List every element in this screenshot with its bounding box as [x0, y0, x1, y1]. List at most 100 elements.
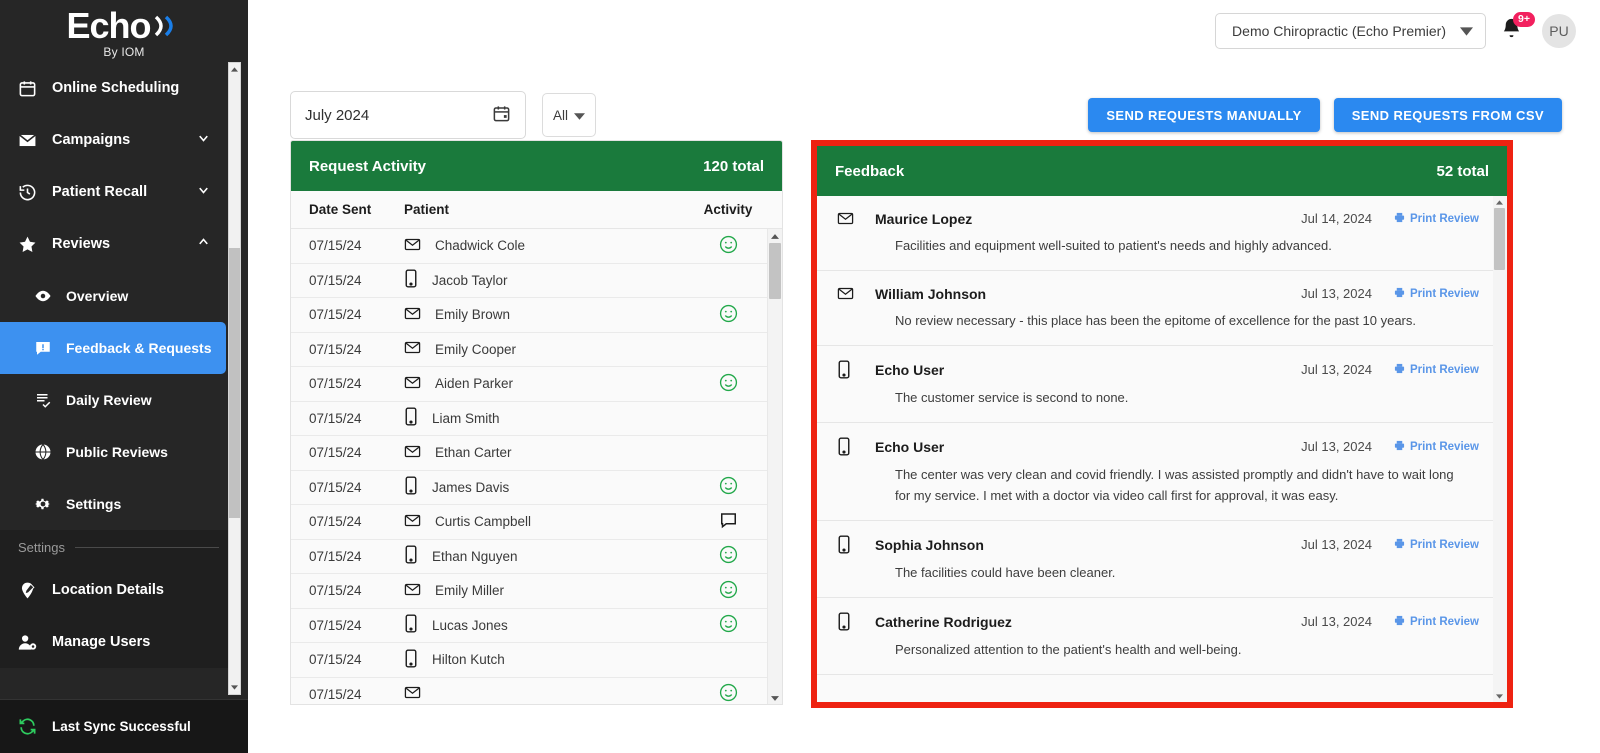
scroll-up-arrow-icon[interactable] [768, 229, 782, 243]
feedback-author: Echo User [875, 438, 945, 455]
print-review-link[interactable]: Print Review [1394, 212, 1479, 226]
feedback-item[interactable]: Echo User Jul 13, 2024 Print Review The cus… [817, 346, 1507, 423]
scroll-down-arrow-icon[interactable] [768, 691, 782, 704]
sidebar-item-patient-recall[interactable]: Patient Recall [0, 166, 233, 218]
feedback-body: No review necessary - this place has bee… [895, 310, 1479, 331]
sidebar-item-label: Daily Review [66, 392, 152, 408]
feedback-item[interactable]: Maurice Lopez Jul 14, 2024 Print Review Fac… [817, 196, 1507, 271]
scroll-up-arrow-icon[interactable] [229, 63, 240, 76]
feedback-date: Jul 13, 2024 [1301, 537, 1372, 552]
phone-icon [404, 407, 418, 429]
toolbar-actions: SEND REQUESTS MANUALLY SEND REQUESTS FRO… [1088, 98, 1576, 132]
panel-title: Request Activity [309, 157, 426, 175]
table-row[interactable]: 07/15/24 Lucas Jones [291, 608, 782, 643]
filter-select[interactable]: All [542, 93, 596, 137]
print-review-link[interactable]: Print Review [1394, 538, 1479, 552]
sidebar-item-campaigns[interactable]: Campaigns [0, 114, 233, 166]
row-date-sent: 07/15/24 [309, 514, 362, 530]
sidebar-scrollbar[interactable] [228, 62, 241, 695]
feedback-item[interactable]: Echo User Jul 13, 2024 Print Review The cen… [817, 423, 1507, 521]
feedback-body: The center was very clean and covid frie… [895, 464, 1479, 506]
table-row[interactable]: 07/15/24 Liam Smith [291, 401, 782, 436]
feedback-scrollbar-thumb[interactable] [1494, 208, 1505, 270]
chevron-down-icon[interactable] [196, 131, 211, 150]
avatar-initials: PU [1549, 23, 1569, 39]
sidebar-item-label: Campaigns [52, 132, 131, 148]
print-review-link[interactable]: Print Review [1394, 287, 1479, 301]
sidebar-item-manage-users[interactable]: Manage Users [0, 616, 233, 668]
table-row[interactable]: 07/15/24 James Davis [291, 470, 782, 505]
print-review-link[interactable]: Print Review [1394, 363, 1479, 377]
bell-icon [1500, 18, 1523, 45]
row-activity-indicator [692, 614, 764, 636]
sidebar-item-reviews[interactable]: Reviews [0, 218, 233, 270]
sidebar-item-online-scheduling[interactable]: Online Scheduling [0, 62, 233, 114]
notifications-button[interactable]: 9+ [1500, 12, 1535, 46]
date-range-input[interactable]: July 2024 [290, 91, 526, 139]
print-review-link[interactable]: Print Review [1394, 615, 1479, 629]
feedback-item[interactable]: Sophia Johnson Jul 13, 2024 Print Review Th… [817, 521, 1507, 598]
table-row[interactable]: 07/15/24 [291, 677, 782, 704]
scroll-down-arrow-icon[interactable] [1493, 690, 1505, 702]
table-row[interactable]: 07/15/24 Chadwick Cole [291, 229, 782, 264]
request-activity-header: Request Activity 120 total [291, 141, 782, 191]
smiley-icon [719, 373, 738, 395]
calendar-icon [18, 79, 44, 98]
calendar-icon[interactable] [492, 104, 511, 127]
feedback-list: Maurice Lopez Jul 14, 2024 Print Review Fac… [817, 196, 1507, 702]
sidebar-item-feedback-and-requests[interactable]: Feedback & Requests [0, 322, 226, 374]
sidebar-scrollbar-thumb[interactable] [229, 248, 240, 518]
row-activity-indicator [692, 235, 764, 257]
request-activity-scrollbar[interactable] [767, 229, 782, 704]
smiley-icon [719, 545, 738, 567]
user-avatar[interactable]: PU [1542, 14, 1576, 48]
row-patient-name: Ethan Nguyen [432, 548, 518, 564]
feedback-body: The facilities could have been cleaner. [895, 562, 1479, 583]
sidebar-item-overview[interactable]: Overview [0, 270, 233, 322]
row-date-sent: 07/15/24 [309, 445, 362, 461]
table-row[interactable]: 07/15/24 Emily Brown [291, 298, 782, 333]
chevron-up-icon[interactable] [196, 235, 211, 254]
scroll-up-arrow-icon[interactable] [1493, 196, 1505, 208]
user-gear-icon [18, 633, 44, 652]
feedback-scrollbar[interactable] [1493, 196, 1507, 702]
feedback-date: Jul 13, 2024 [1301, 362, 1372, 377]
table-row[interactable]: 07/15/24 Curtis Campbell [291, 505, 782, 540]
printer-icon [1394, 287, 1405, 301]
row-patient-name: Emily Brown [435, 307, 511, 323]
row-date-sent: 07/15/24 [309, 686, 362, 702]
print-review-link[interactable]: Print Review [1394, 440, 1479, 454]
table-row[interactable]: 07/15/24 Hilton Kutch [291, 643, 782, 678]
smiley-icon [719, 304, 738, 326]
smiley-icon [719, 614, 738, 636]
scroll-down-arrow-icon[interactable] [229, 681, 240, 694]
sidebar-item-daily-review[interactable]: Daily Review [0, 374, 233, 426]
sidebar-item-public-reviews[interactable]: Public Reviews [0, 426, 233, 478]
logo-text: Echo [66, 4, 151, 46]
request-activity-scrollbar-thumb[interactable] [769, 243, 781, 299]
smiley-icon [719, 476, 738, 498]
feedback-item[interactable]: Catherine Rodriguez Jul 13, 2024 Print Rev… [817, 598, 1507, 675]
location-selector[interactable]: Demo Chiropractic (Echo Premier) [1215, 13, 1486, 49]
sidebar-item-location-details[interactable]: Location Details [0, 564, 233, 616]
table-row[interactable]: 07/15/24 Emily Cooper [291, 332, 782, 367]
send-requests-from-csv-button[interactable]: SEND REQUESTS FROM CSV [1333, 98, 1562, 132]
sidebar-item-settings[interactable]: Settings [0, 478, 233, 530]
table-row[interactable]: 07/15/24 Aiden Parker [291, 367, 782, 402]
feedback-body: Facilities and equipment well-suited to … [895, 235, 1479, 256]
feedback-date: Jul 13, 2024 [1301, 286, 1372, 301]
feedback-header: Feedback 52 total [817, 146, 1507, 196]
table-row[interactable]: 07/15/24 Ethan Carter [291, 436, 782, 471]
table-row[interactable]: 07/15/24 Jacob Taylor [291, 263, 782, 298]
row-date-sent: 07/15/24 [309, 548, 362, 564]
feedback-total: 52 total [1436, 162, 1489, 180]
feedback-item[interactable]: William Johnson Jul 13, 2024 Print Review N… [817, 271, 1507, 346]
table-row[interactable]: 07/15/24 Emily Miller [291, 574, 782, 609]
history-icon [18, 183, 44, 202]
row-date-sent: 07/15/24 [309, 238, 362, 254]
table-row[interactable]: 07/15/24 Ethan Nguyen [291, 539, 782, 574]
row-patient-name: Liam Smith [432, 410, 500, 426]
chevron-down-icon[interactable] [196, 183, 211, 202]
send-requests-manually-button[interactable]: SEND REQUESTS MANUALLY [1088, 98, 1320, 132]
print-review-label: Print Review [1409, 212, 1479, 225]
